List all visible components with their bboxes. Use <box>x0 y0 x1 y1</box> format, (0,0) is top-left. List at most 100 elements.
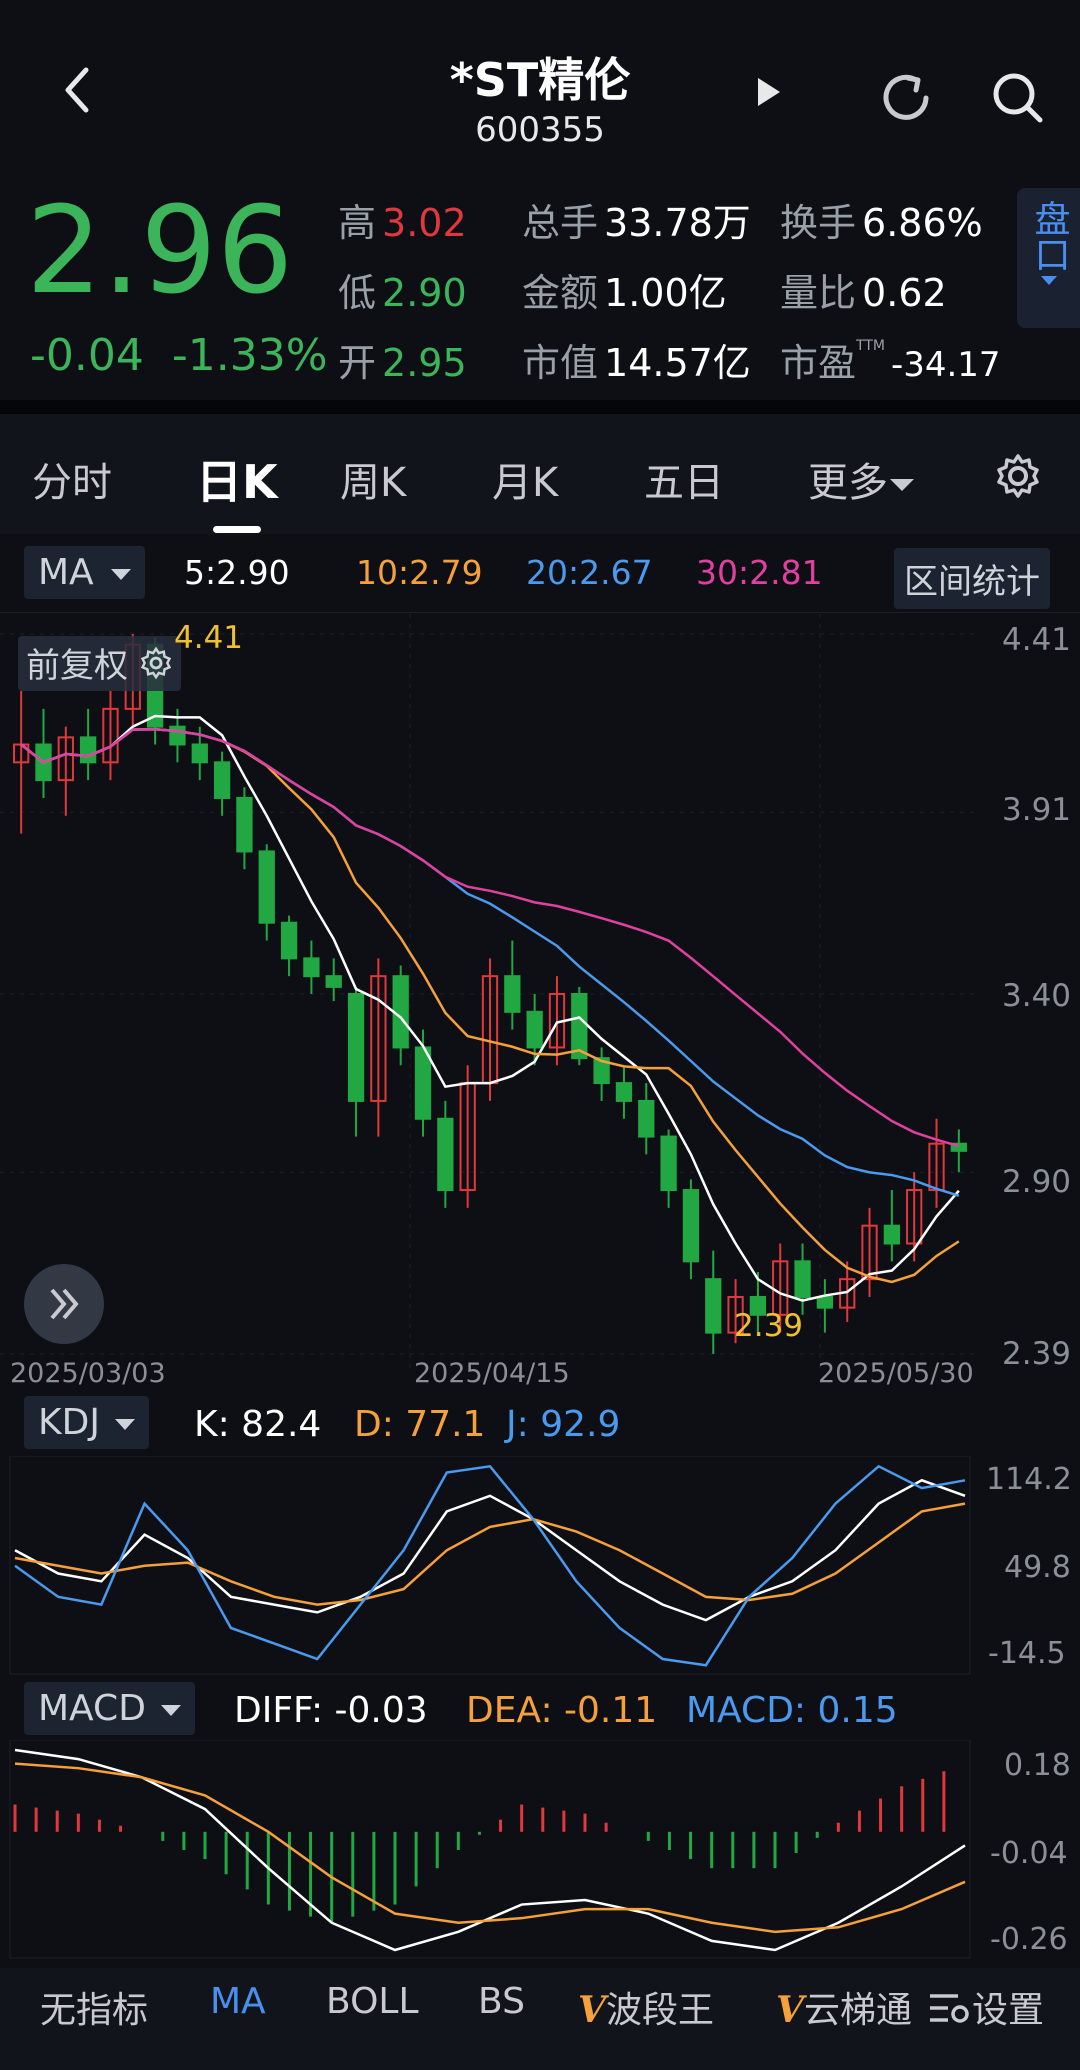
date-start: 2025/03/03 <box>10 1358 166 1389</box>
candle-body <box>325 975 342 988</box>
pe-value: -34.17 <box>890 345 1001 385</box>
high-marker-label: 4.41 <box>174 620 244 656</box>
mktcap-label: 市值 <box>522 341 599 385</box>
more-label: 更多 <box>808 460 888 506</box>
open-value: 2.95 <box>382 341 467 385</box>
search-icon[interactable] <box>986 66 1050 130</box>
refresh-icon[interactable] <box>874 66 938 130</box>
date-end: 2025/05/30 <box>818 1358 974 1389</box>
quote-volume: 总手 33.78万 <box>522 192 751 247</box>
kdj-y-label-1: 114.2 <box>986 1462 1072 1497</box>
gear-icon[interactable] <box>994 452 1042 500</box>
amount-value: 1.00亿 <box>604 271 727 315</box>
pe-ttm: TTM <box>856 338 885 354</box>
y-label-2: 3.91 <box>1002 792 1072 828</box>
yuntitong-label: 云梯通 <box>803 1990 912 2031</box>
macd-y-label-1: 0.18 <box>1004 1748 1071 1783</box>
macd-macd-value: MACD: 0.15 <box>686 1690 898 1731</box>
kdj-j-value: J: 92.9 <box>506 1404 621 1445</box>
tab-intraday[interactable]: 分时 <box>32 450 112 508</box>
candle-body <box>437 1117 454 1192</box>
candle-body <box>816 1295 834 1309</box>
quote-low: 低 2.90 <box>338 262 467 317</box>
kline-chart[interactable] <box>0 614 1080 1394</box>
settings-label: 设置 <box>972 1990 1045 2031</box>
bodongwang-label: 波段王 <box>605 1990 714 2031</box>
indicator-bs[interactable]: BS <box>478 1981 525 2022</box>
ma-selector[interactable]: MA <box>24 546 146 599</box>
candle-body <box>213 761 231 799</box>
high-value: 3.02 <box>382 201 467 245</box>
gear-icon <box>139 646 173 689</box>
y-label-1: 4.41 <box>1002 622 1072 658</box>
play-next-icon[interactable] <box>752 72 786 112</box>
macd-frame <box>9 1740 971 1959</box>
macd-selector-label: MACD <box>38 1688 146 1729</box>
kdj-k-line <box>14 1478 966 1622</box>
tab-monthly-k[interactable]: 月K <box>492 450 558 508</box>
turnover-value: 6.86% <box>862 201 983 245</box>
caret-down-icon <box>1040 276 1057 285</box>
quote-open: 开 2.95 <box>338 332 467 387</box>
tab-weekly-k[interactable]: 周K <box>340 450 406 508</box>
kdj-d-value: D: 77.1 <box>354 1404 486 1445</box>
macd-dea-value: DEA: -0.11 <box>466 1690 658 1731</box>
y-label-4: 2.90 <box>1002 1164 1072 1200</box>
candle-body <box>883 1224 901 1245</box>
y-label-5: 2.39 <box>1002 1336 1072 1372</box>
kdj-chart[interactable] <box>0 1456 1080 1676</box>
indicator-bodongwang[interactable]: V波段王 <box>578 1981 714 2033</box>
kdj-y-label-2: 49.8 <box>1004 1550 1071 1585</box>
indicator-ma[interactable]: MA <box>210 1981 266 2022</box>
caret-down-icon <box>890 479 914 491</box>
v-mark: V <box>776 1989 804 2031</box>
candle-body <box>280 921 298 960</box>
range-stats-button[interactable]: 区间统计 <box>894 548 1050 609</box>
volratio-value: 0.62 <box>862 271 947 315</box>
mktcap-value: 14.57亿 <box>604 341 751 385</box>
low-marker-label: 2.39 <box>734 1308 804 1344</box>
turnover-label: 换手 <box>780 201 857 245</box>
pankou-button[interactable]: 盘口 <box>1017 188 1080 328</box>
tab-more[interactable]: 更多 <box>808 450 914 508</box>
macd-y-label-2: -0.04 <box>990 1836 1068 1871</box>
macd-chart[interactable] <box>0 1740 1080 1960</box>
low-value: 2.90 <box>382 271 467 315</box>
volratio-label: 量比 <box>780 271 857 315</box>
quote-high: 高 3.02 <box>338 192 467 247</box>
tab-five-day[interactable]: 五日 <box>644 450 724 508</box>
candle-body <box>392 975 409 1049</box>
ma-selector-label: MA <box>38 552 94 593</box>
macd-y-label-3: -0.26 <box>990 1922 1068 1957</box>
candle-body <box>794 1260 811 1298</box>
indicator-settings[interactable]: 设置 <box>928 1981 1044 2037</box>
kdj-selector-label: KDJ <box>38 1402 100 1443</box>
adjust-mode-button[interactable]: 前复权 <box>18 636 181 691</box>
candle-body <box>79 736 97 764</box>
ma30-value: 30:2.81 <box>696 553 823 592</box>
candle-body <box>705 1278 722 1334</box>
candle-body <box>258 850 275 924</box>
candle-body <box>169 725 186 746</box>
high-label: 高 <box>338 201 377 245</box>
quote-volratio: 量比 0.62 <box>780 262 947 317</box>
caret-down-icon <box>111 568 132 580</box>
y-label-3: 3.40 <box>1002 978 1072 1014</box>
quote-pe: 市盈TTM -34.17 <box>780 332 1001 387</box>
indicator-yuntitong[interactable]: V云梯通 <box>776 1981 916 2033</box>
candle-body <box>347 993 365 1102</box>
candle-body <box>638 1099 655 1138</box>
expand-icon[interactable] <box>24 1264 104 1344</box>
quote-mktcap: 市值 14.57亿 <box>522 332 751 387</box>
tab-daily-k[interactable]: 日K <box>196 446 278 512</box>
indicator-boll[interactable]: BOLL <box>326 1981 419 2022</box>
kdj-selector[interactable]: KDJ <box>24 1396 150 1449</box>
indicator-none[interactable]: 无指标 <box>40 1981 148 2033</box>
divider <box>0 400 1080 414</box>
candle-body <box>414 1046 432 1120</box>
settings-list-icon <box>928 1988 972 2037</box>
macd-selector[interactable]: MACD <box>24 1682 196 1735</box>
change-pct: -1.33% <box>171 330 328 381</box>
ma5-value: 5:2.90 <box>184 553 290 592</box>
candle-body <box>504 975 521 1013</box>
